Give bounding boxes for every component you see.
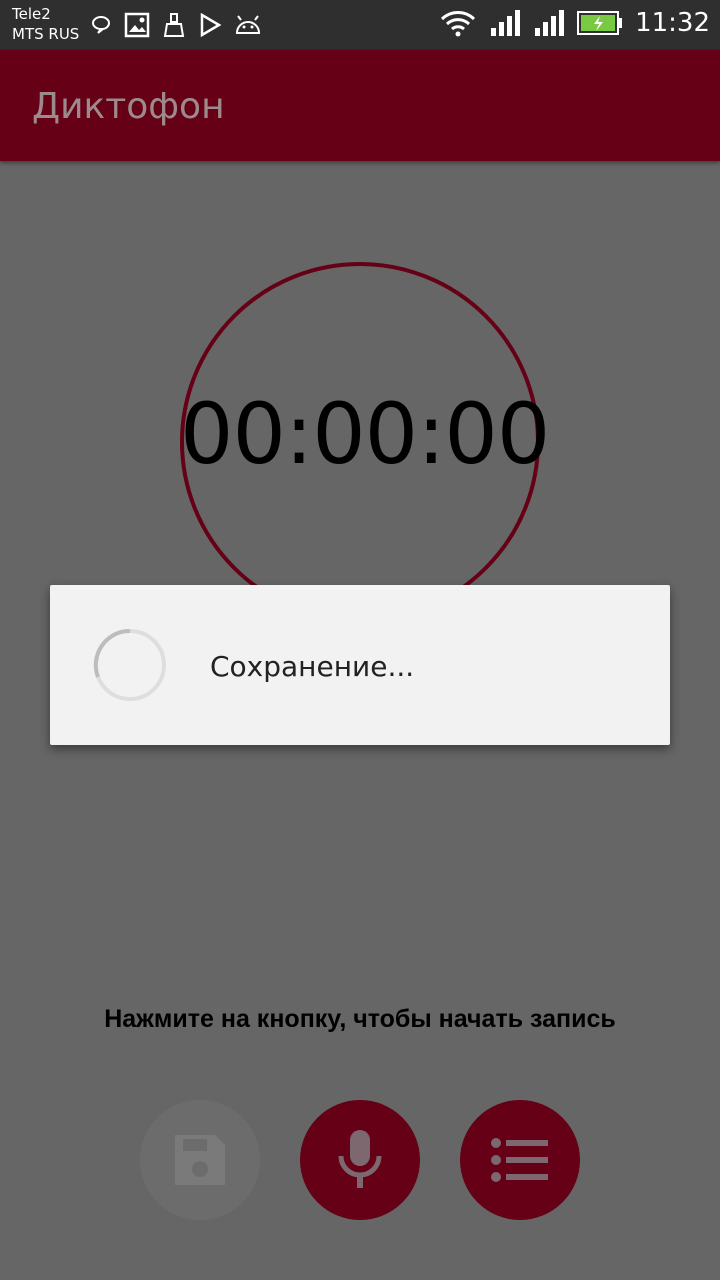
save-button[interactable] <box>140 1100 260 1220</box>
microphone-icon <box>338 1130 382 1188</box>
notification-icons <box>90 12 262 38</box>
status-bar: Tele2 MTS RUS 11:32 <box>0 0 720 50</box>
cleaner-icon <box>163 13 185 37</box>
signal-icon <box>491 10 521 36</box>
battery-charging-icon <box>577 11 623 35</box>
carrier-2: MTS RUS <box>12 25 80 43</box>
play-store-icon <box>200 13 222 37</box>
carrier-1: Tele2 <box>12 5 51 23</box>
android-icon <box>235 15 261 34</box>
loading-spinner-icon <box>93 628 166 701</box>
recordings-list-button[interactable] <box>460 1100 580 1220</box>
clock: 11:32 <box>635 8 710 38</box>
floppy-disk-icon <box>175 1135 225 1185</box>
list-icon <box>491 1138 548 1182</box>
record-hint: Нажмите на кнопку, чтобы начать запись <box>104 1005 616 1033</box>
system-icons: 11:32 <box>439 8 710 38</box>
wifi-icon <box>441 11 476 37</box>
dialog-message: Сохранение... <box>210 650 415 683</box>
carrier-names: Tele2 MTS RUS <box>12 4 79 44</box>
app-title: Диктофон <box>32 86 225 127</box>
signal-icon-2 <box>535 10 565 36</box>
timer-display: 00:00:00 <box>180 385 550 483</box>
app-bar: Диктофон <box>0 50 720 161</box>
record-button[interactable] <box>300 1100 420 1220</box>
image-icon <box>124 12 150 38</box>
chat-icon <box>91 15 111 34</box>
